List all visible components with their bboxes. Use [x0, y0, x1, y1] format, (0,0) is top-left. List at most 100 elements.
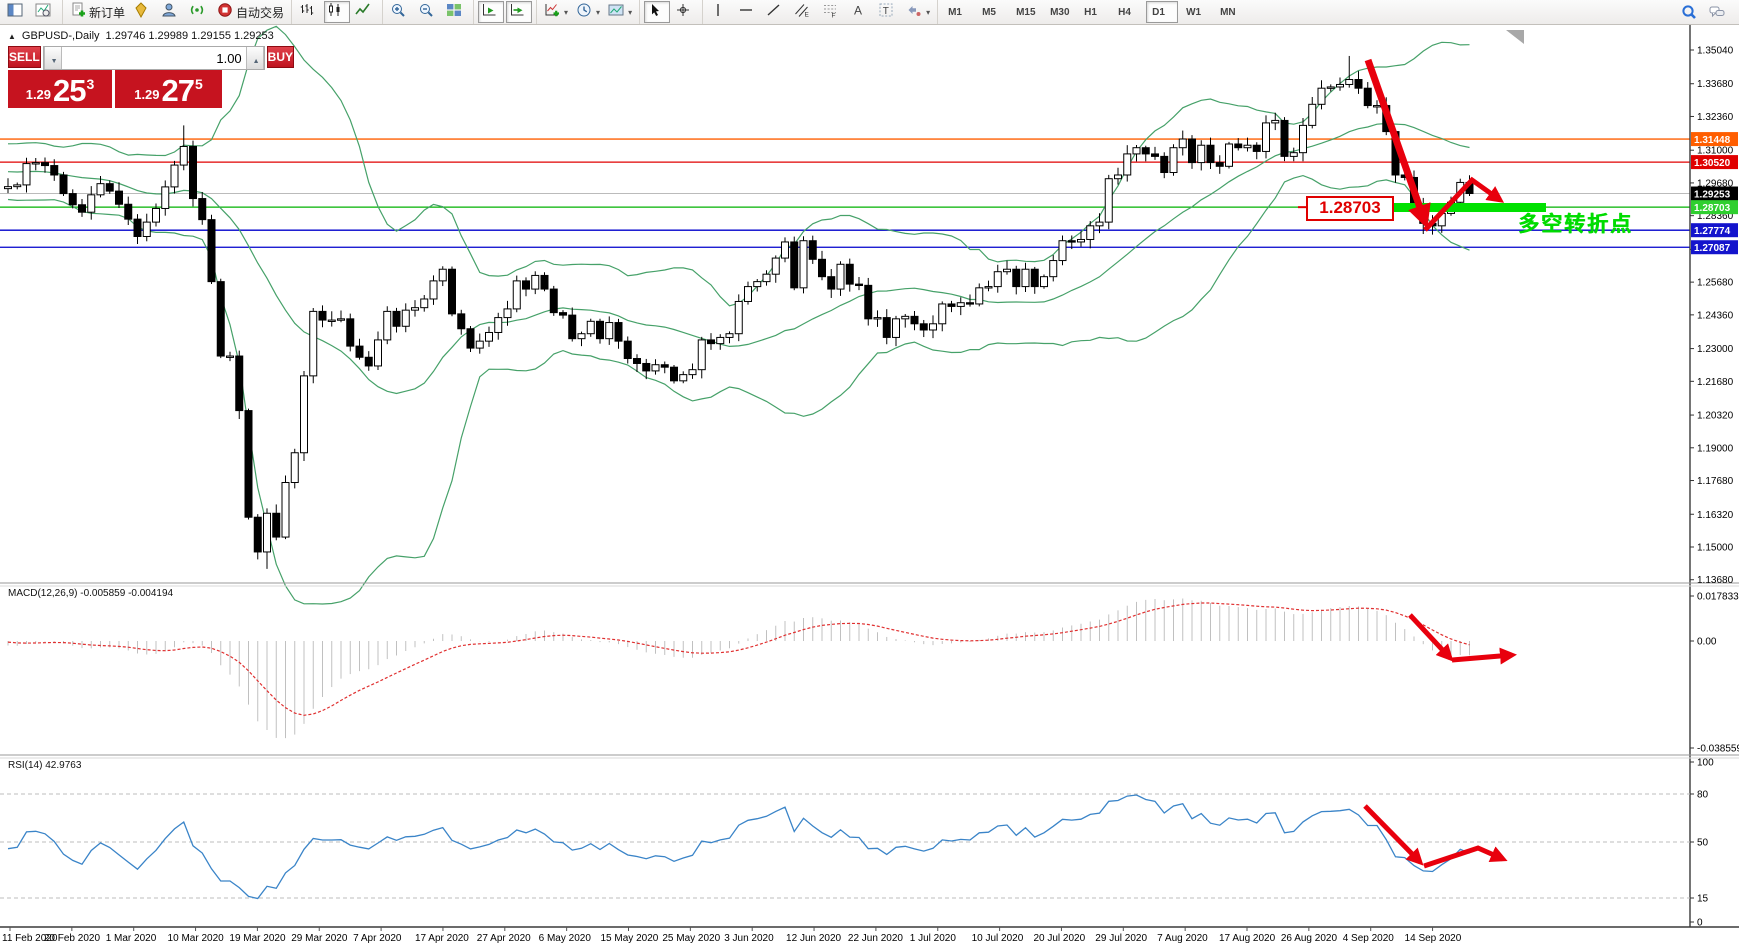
- chat-button[interactable]: [1706, 1, 1732, 23]
- templates-button[interactable]: ▾: [605, 1, 635, 23]
- text-icon: A: [850, 2, 866, 23]
- volume-increase-button[interactable]: ▲: [245, 47, 264, 69]
- tf-d1-button[interactable]: D1: [1146, 1, 1179, 23]
- tf-mn-button[interactable]: MN: [1214, 1, 1246, 23]
- periods-button[interactable]: ▾: [573, 1, 603, 23]
- periods-dropdown-arrow[interactable]: ▾: [596, 8, 600, 17]
- crosshair-button[interactable]: [672, 1, 698, 23]
- turning-point-annotation[interactable]: 多空转折点: [1518, 208, 1633, 238]
- zoom-out-button[interactable]: [415, 1, 441, 23]
- rsi-axis-tick: 0: [1697, 918, 1703, 929]
- price-tick: 1.15000: [1697, 542, 1734, 553]
- rsi-axis-tick: 80: [1697, 790, 1709, 801]
- rsi-arrow-1[interactable]: [1363, 804, 1424, 866]
- price-tick: 1.23000: [1697, 344, 1734, 355]
- price-tick: 1.21680: [1697, 377, 1734, 388]
- market-button[interactable]: [158, 1, 184, 23]
- one-click-trading-panel: SELL ▼ ▲ BUY 1.29 25 3 1.29 27 5: [8, 46, 295, 108]
- buy-price[interactable]: 1.29 27 5: [115, 70, 222, 108]
- search-button[interactable]: [1678, 1, 1704, 23]
- arrows-icon: [906, 2, 922, 23]
- new-order-button[interactable]: 新订单: [67, 1, 128, 23]
- macd-axis-tick: -0.038559: [1697, 744, 1739, 755]
- chart-area[interactable]: 1.35040 1.33680 1.32360 1.31000 1.29680 1.283…: [0, 0, 1739, 946]
- vertical-line-icon: [710, 2, 726, 23]
- sell-price[interactable]: 1.29 25 3: [8, 70, 113, 108]
- tile-windows-icon: [446, 2, 462, 23]
- buy-price-sup: 5: [195, 76, 203, 92]
- cursor-button[interactable]: [644, 1, 671, 23]
- price-tick: 1.32360: [1697, 112, 1734, 123]
- sell-button[interactable]: SELL: [8, 46, 41, 68]
- auto-scroll-button[interactable]: [478, 1, 505, 23]
- date-label: 20 Feb 2020: [44, 933, 101, 944]
- date-label: 17 Aug 2020: [1219, 933, 1276, 944]
- bar-chart-button[interactable]: [296, 1, 322, 23]
- macd-axis-tick: 0.00: [1697, 637, 1717, 648]
- tf-w1-button[interactable]: W1: [1180, 1, 1212, 23]
- horizontal-line-button[interactable]: [735, 1, 761, 23]
- arrows-dropdown-arrow[interactable]: ▾: [926, 8, 930, 17]
- toolbar-group: [382, 0, 473, 24]
- autotrading-button[interactable]: 自动交易: [214, 1, 287, 23]
- tf-m30-label: M30: [1050, 6, 1070, 18]
- data-window-button[interactable]: [32, 1, 58, 23]
- rsi-arrow-2[interactable]: [1423, 845, 1508, 869]
- chart-shift-marker[interactable]: [1506, 30, 1524, 44]
- tf-m5-label: M5: [982, 6, 996, 18]
- vertical-line-button[interactable]: [707, 1, 733, 23]
- date-label: 19 Mar 2020: [229, 933, 286, 944]
- price-chart-svg: 1.350401.336801.323601.310001.296801.283…: [0, 25, 1739, 944]
- tf-m15-button[interactable]: M15: [1010, 1, 1042, 23]
- bar-chart-icon: [299, 2, 315, 23]
- main-toolbar: 新订单 自动交易 ▾ ▾ ▾ E F A T ▾ M1 M5 M15 M30 H1 H4 D1 W1 MN: [0, 0, 1739, 25]
- buy-button[interactable]: BUY: [266, 46, 295, 68]
- tile-windows-button[interactable]: [443, 1, 469, 23]
- price-axis[interactable]: 1.350401.336801.323601.310001.296801.283…: [0, 25, 1739, 928]
- indicators-button[interactable]: ▾: [541, 1, 571, 23]
- crosshair-icon: [675, 2, 691, 23]
- tf-h4-button[interactable]: H4: [1112, 1, 1144, 23]
- date-label: 26 Aug 2020: [1281, 933, 1338, 944]
- templates-dropdown-arrow[interactable]: ▾: [628, 8, 632, 17]
- indicators-dropdown-arrow[interactable]: ▾: [564, 8, 568, 17]
- zoom-in-button[interactable]: [387, 1, 413, 23]
- trendline-button[interactable]: [763, 1, 789, 23]
- chart-windows-button[interactable]: [4, 1, 30, 23]
- macd-signal-line: [7, 602, 1470, 716]
- metaeditor-button[interactable]: [130, 1, 156, 23]
- date-label: 29 Jul 2020: [1095, 933, 1147, 944]
- chart-title: ▲ GBPUSD-,Daily 1.29746 1.29989 1.29155 …: [8, 30, 274, 42]
- toolbar-group: [639, 0, 702, 24]
- line-chart-button[interactable]: [352, 1, 378, 23]
- candlestick-chart-button[interactable]: [324, 1, 351, 23]
- tf-m5-button[interactable]: M5: [976, 1, 1008, 23]
- rsi-axis-tick: 100: [1697, 758, 1714, 769]
- date-label: 7 Aug 2020: [1157, 933, 1208, 944]
- fibonacci-button[interactable]: F: [819, 1, 845, 23]
- toolbar-group: [0, 0, 62, 24]
- volume-input[interactable]: [61, 47, 246, 69]
- date-label: 14 Sep 2020: [1405, 933, 1462, 944]
- date-label: 3 Jun 2020: [724, 933, 774, 944]
- macd-arrow-1[interactable]: [1408, 613, 1454, 662]
- tf-m1-button[interactable]: M1: [942, 1, 974, 23]
- text-label-button[interactable]: T: [875, 1, 901, 23]
- equidistant-channel-button[interactable]: E: [791, 1, 817, 23]
- spinner-up-icon: ▲: [252, 57, 260, 65]
- price-tick: 1.31000: [1697, 146, 1734, 157]
- arrows-button[interactable]: ▾: [903, 1, 933, 23]
- text-button[interactable]: A: [847, 1, 873, 23]
- svg-text:A: A: [854, 3, 862, 17]
- date-axis[interactable]: 11 Feb 202020 Feb 2020 1 Mar 2020 10 Mar 2…: [2, 927, 1462, 944]
- macd-arrow-2[interactable]: [1451, 647, 1517, 665]
- signals-button[interactable]: [186, 1, 212, 23]
- collapse-panel-icon[interactable]: ▲: [8, 32, 16, 41]
- tf-m30-button[interactable]: M30: [1044, 1, 1076, 23]
- tf-h1-button[interactable]: H1: [1078, 1, 1110, 23]
- chart-shift-button[interactable]: [506, 1, 533, 23]
- svg-text:T: T: [883, 6, 889, 17]
- indicators-icon: [544, 2, 560, 23]
- volume-decrease-button[interactable]: ▼: [43, 47, 62, 69]
- support-price-label[interactable]: 1.28703: [1306, 196, 1394, 221]
